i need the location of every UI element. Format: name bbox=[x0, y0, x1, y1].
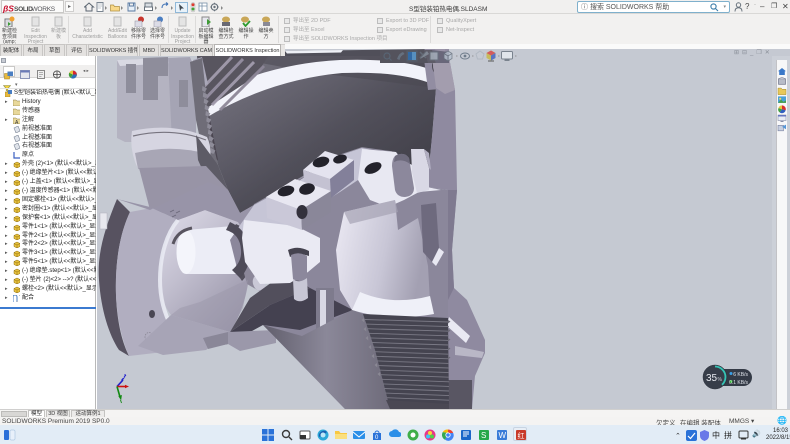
svg-text:35: 35 bbox=[706, 373, 718, 384]
svg-text:S: S bbox=[481, 431, 486, 440]
svg-text:0.1 KB/s: 0.1 KB/s bbox=[729, 380, 748, 386]
svg-text:SOLID: SOLID bbox=[14, 6, 33, 13]
svg-text:WORKS: WORKS bbox=[32, 6, 56, 13]
svg-text:βS: βS bbox=[2, 4, 14, 14]
svg-text:W: W bbox=[499, 431, 507, 440]
svg-text:%: % bbox=[718, 377, 723, 383]
svg-text:红: 红 bbox=[517, 431, 524, 440]
svg-text:6 KB/s: 6 KB/s bbox=[733, 372, 748, 378]
